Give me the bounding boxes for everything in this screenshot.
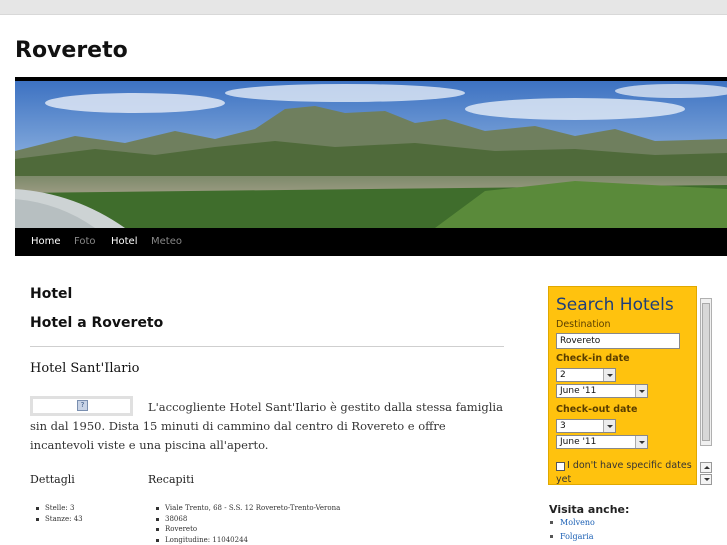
hotel-name[interactable]: Hotel Sant'Ilario [30,361,139,376]
no-dates-checkbox[interactable] [556,462,565,471]
page-heading: Hotel [30,286,73,302]
checkout-day-value: 3 [560,421,566,431]
header-banner-image [15,77,727,228]
detail-stars: Stelle: 3 [35,503,83,514]
destination-label: Destination [556,319,611,330]
nav-item-foto[interactable]: Foto [74,236,96,247]
visita-anche-list: Molveno Folgaria [549,516,595,544]
checkout-month-select[interactable]: June '11 [556,435,648,449]
chevron-down-icon [603,369,615,381]
checkout-month-value: June '11 [560,437,597,447]
visita-anche-title: Visita anche: [549,503,630,516]
detail-rooms: Stanze: 43 [35,514,83,525]
search-hotels-widget: Search Hotels Destination Rovereto Check… [548,286,697,485]
chevron-down-icon [603,420,615,432]
main-navigation: Home Foto Hotel Meteo [15,228,727,256]
contact-longitude: Longitudine: 11040244 [155,535,340,545]
section-divider [30,346,504,347]
hotel-image-placeholder[interactable]: ? [30,396,133,416]
search-widget-title: Search Hotels [556,295,674,315]
checkin-month-value: June '11 [560,386,597,396]
destination-input[interactable]: Rovereto [556,333,680,349]
checkout-label: Check-out date [556,404,638,415]
page-subheading: Hotel a Rovereto [30,315,164,331]
scroll-down-arrow-icon[interactable] [700,474,712,485]
contacts-list: Viale Trento, 68 - S.S. 12 Rovereto-Tren… [155,503,340,545]
details-list: Stelle: 3 Stanze: 43 [35,503,83,524]
checkin-month-select[interactable]: June '11 [556,384,648,398]
scroll-up-arrow-icon[interactable] [700,462,712,473]
checkin-day-value: 2 [560,370,566,380]
browser-top-strip [0,0,727,15]
checkin-day-select[interactable]: 2 [556,368,616,382]
broken-image-icon: ? [77,400,88,411]
details-title: Dettagli [30,473,75,486]
contact-zip: 38068 [155,514,340,525]
chevron-down-icon [635,385,647,397]
checkout-day-select[interactable]: 3 [556,419,616,433]
contacts-title: Recapiti [148,473,195,486]
nav-item-home[interactable]: Home [31,236,61,247]
widget-scrollbar-thumb[interactable] [702,303,710,441]
site-title[interactable]: Rovereto [15,38,128,63]
no-dates-label: I don't have specific dates yet [556,460,692,485]
visita-link-molveno[interactable]: Molveno [549,516,595,530]
nav-item-hotel[interactable]: Hotel [111,236,138,247]
contact-address: Viale Trento, 68 - S.S. 12 Rovereto-Tren… [155,503,340,514]
contact-city: Rovereto [155,524,340,535]
widget-scrollbar-track[interactable] [700,298,712,446]
checkin-label: Check-in date [556,353,630,364]
visita-link-folgaria[interactable]: Folgaria [549,530,595,544]
mountain-landscape-image [15,81,727,228]
chevron-down-icon [635,436,647,448]
nav-item-meteo[interactable]: Meteo [151,236,182,247]
